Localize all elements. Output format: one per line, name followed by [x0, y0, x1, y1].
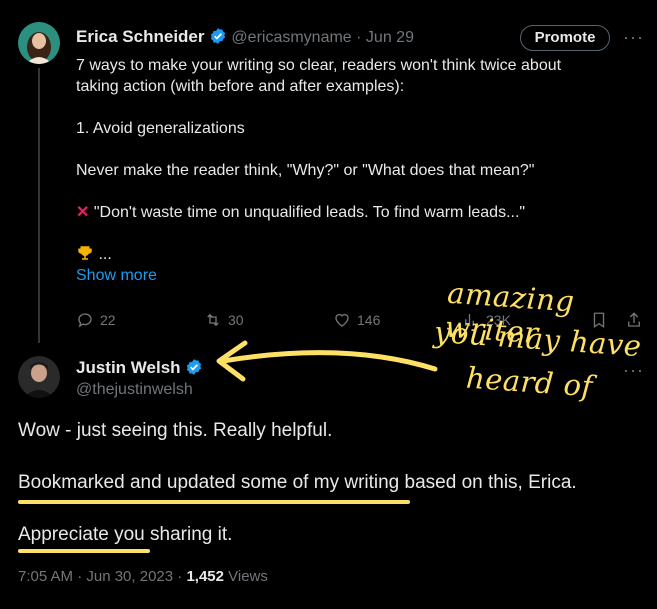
verified-icon	[186, 359, 202, 375]
promote-button[interactable]: Promote	[520, 25, 610, 51]
tweet-point-3-row: ✕ "Don't waste time on unqualified leads…	[76, 202, 636, 223]
reply-views-label: Views	[223, 568, 268, 585]
reply-author-name[interactable]: Justin Welsh	[76, 358, 181, 377]
reply-more-options-icon[interactable]: ···	[623, 360, 644, 381]
author-name[interactable]: Erica Schneider	[76, 27, 205, 46]
reply-line-1: Wow - just seeing this. Really helpful.	[18, 420, 333, 441]
reply-timestamp[interactable]: 7:05 AM · Jun 30, 2023 ·	[18, 568, 186, 585]
like-action[interactable]: 146	[333, 311, 380, 329]
like-count: 146	[357, 312, 381, 328]
thread-line	[38, 68, 40, 343]
reply-count: 22	[100, 312, 116, 328]
reply-action[interactable]: 22	[76, 311, 116, 329]
retweet-action[interactable]: 30	[204, 311, 244, 329]
retweet-icon	[207, 313, 219, 327]
reply-author-handle[interactable]: @thejustinwelsh	[76, 381, 193, 399]
tweet-date[interactable]: · Jun 29	[356, 29, 414, 46]
tweet-point-2: Never make the reader think, "Why?" or "…	[76, 162, 535, 179]
highlight-underline-1	[18, 500, 410, 504]
reply-meta: 7:05 AM · Jun 30, 2023 · 1,452 Views	[18, 568, 268, 585]
author-avatar[interactable]	[18, 22, 60, 64]
heart-icon	[335, 313, 349, 327]
more-options-icon[interactable]: ···	[623, 27, 644, 48]
reply-view-count: 1,452	[186, 568, 224, 585]
tweet-line-2: taking action (with before and after exa…	[76, 78, 405, 95]
author-handle[interactable]: @ericasmyname	[231, 29, 351, 46]
annotation-arrow	[216, 340, 438, 382]
verified-icon	[210, 28, 226, 44]
reply-line-2: Bookmarked and updated some of my writin…	[18, 472, 577, 493]
tweet-header: Erica Schneider @ericasmyname · Jun 29	[76, 27, 414, 47]
retweet-count: 30	[228, 312, 244, 328]
reply-author-avatar[interactable]	[18, 356, 60, 398]
tweet-body: 7 ways to make your writing so clear, re…	[76, 55, 636, 286]
tweet-line-1: 7 ways to make your writing so clear, re…	[76, 57, 562, 74]
tweet-point-3: "Don't waste time on unqualified leads. …	[93, 204, 526, 221]
trophy-icon	[76, 246, 98, 263]
highlight-underline-2	[18, 549, 150, 553]
tweet-point-1: 1. Avoid generalizations	[76, 120, 245, 137]
cross-mark-icon: ✕	[76, 204, 90, 221]
tweet-point-4-row: ...	[76, 244, 636, 265]
reply-header: Justin Welsh	[76, 358, 203, 378]
reply-icon	[78, 313, 92, 328]
reply-line-3: Appreciate you sharing it.	[18, 524, 233, 545]
annotation-line-3: heard of	[464, 360, 594, 404]
tweet-point-4: ...	[98, 246, 112, 263]
